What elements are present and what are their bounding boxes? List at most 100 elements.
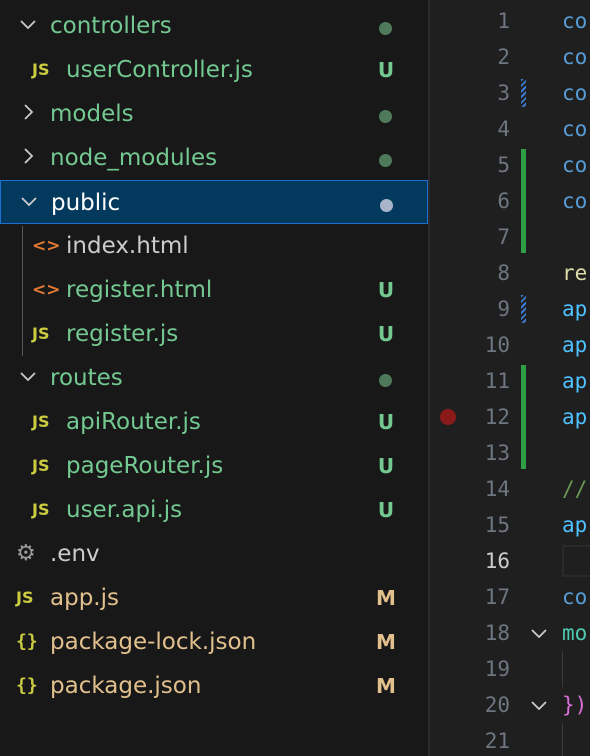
folder-label: node_modules — [50, 145, 218, 171]
json-file-icon: {} — [16, 631, 38, 652]
file-label: register.js — [66, 321, 179, 347]
json-file-icon: {} — [16, 675, 38, 696]
git-status-dot — [379, 22, 392, 35]
js-file-icon: JS — [32, 324, 50, 343]
indent-guide — [562, 651, 563, 687]
line-number: 16 — [484, 549, 510, 573]
js-file-icon: JS — [32, 412, 50, 431]
folder-label: models — [50, 101, 134, 127]
code-line[interactable]: re — [562, 255, 587, 291]
indent-guide — [562, 723, 563, 756]
file-label: .env — [50, 541, 100, 567]
line-number: 10 — [484, 333, 510, 357]
folder-node-modules[interactable]: node_modules — [0, 136, 428, 180]
line-number: 11 — [484, 369, 510, 393]
file-userController[interactable]: JS userController.js U — [0, 48, 428, 92]
line-number: 20 — [484, 693, 510, 717]
html-file-icon: <> — [32, 236, 61, 256]
line-number: 19 — [484, 657, 510, 681]
chevron-right-icon[interactable] — [18, 102, 36, 124]
line-number: 3 — [497, 81, 510, 105]
code-line[interactable]: ap — [562, 327, 587, 363]
code-line[interactable]: co — [562, 147, 587, 183]
line-number: 7 — [497, 225, 510, 249]
git-status-dot — [379, 374, 392, 387]
folder-controllers[interactable]: controllers — [0, 4, 428, 48]
tree-indent-guide — [22, 226, 23, 356]
js-file-icon: JS — [32, 500, 50, 519]
file-label: index.html — [66, 233, 189, 259]
git-status-badge: U — [377, 454, 395, 478]
file-label: app.js — [50, 585, 119, 611]
file-label: user.api.js — [66, 497, 183, 523]
file-package[interactable]: {} package.json M — [0, 664, 428, 708]
git-status-badge: M — [376, 674, 396, 698]
folder-label: public — [51, 190, 121, 216]
folder-public[interactable]: public — [0, 180, 428, 224]
code-editor[interactable]: 1 co 2 co 3 co 4 co 5 co 6 co 7 8 re 9 ap 10 ap 11 ap 12 ap 13 1… — [430, 0, 590, 756]
file-label: package-lock.json — [50, 629, 257, 655]
cursor-line-highlight — [562, 545, 590, 577]
git-status-badge: U — [377, 58, 395, 82]
file-package-lock[interactable]: {} package-lock.json M — [0, 620, 428, 664]
code-line[interactable]: co — [562, 183, 587, 219]
line-number: 1 — [497, 9, 510, 33]
file-label: userController.js — [66, 57, 253, 83]
line-number: 12 — [484, 405, 510, 429]
folder-models[interactable]: models — [0, 92, 428, 136]
file-apiRouter[interactable]: JS apiRouter.js U — [0, 400, 428, 444]
code-line[interactable]: // — [562, 471, 587, 507]
code-line[interactable]: ap — [562, 507, 587, 543]
git-added-indicator[interactable] — [521, 365, 526, 469]
file-index-html[interactable]: <> index.html — [0, 224, 428, 268]
git-status-dot — [379, 154, 392, 167]
line-number: 4 — [497, 117, 510, 141]
code-line[interactable]: ap — [562, 291, 587, 327]
file-register-js[interactable]: JS register.js U — [0, 312, 428, 356]
line-number: 17 — [484, 585, 510, 609]
git-status-badge: U — [377, 322, 395, 346]
code-line[interactable]: ap — [562, 399, 587, 435]
breakpoint-icon[interactable] — [440, 409, 456, 425]
file-explorer: controllers JS userController.js Umodels nod… — [0, 0, 428, 756]
line-number: 18 — [484, 621, 510, 645]
file-app-js[interactable]: JS app.js M — [0, 576, 428, 620]
folder-label: routes — [50, 365, 123, 391]
file-user-api[interactable]: JS user.api.js U — [0, 488, 428, 532]
fold-chevron-icon[interactable] — [528, 694, 550, 716]
file-label: pageRouter.js — [66, 453, 224, 479]
fold-chevron-icon[interactable] — [528, 622, 550, 644]
git-modified-indicator[interactable] — [521, 79, 526, 107]
folder-routes[interactable]: routes — [0, 356, 428, 400]
chevron-down-icon[interactable] — [19, 191, 37, 213]
code-line[interactable]: co — [562, 579, 587, 615]
git-modified-indicator[interactable] — [521, 295, 526, 323]
chevron-down-icon[interactable] — [18, 14, 36, 36]
git-status-badge: M — [376, 630, 396, 654]
chevron-right-icon[interactable] — [18, 146, 36, 168]
code-line[interactable]: co — [562, 39, 587, 75]
line-number: 2 — [497, 45, 510, 69]
git-status-badge: U — [377, 278, 395, 302]
line-number: 6 — [497, 189, 510, 213]
line-number: 9 — [497, 297, 510, 321]
line-number: 14 — [484, 477, 510, 501]
git-status-badge: U — [377, 498, 395, 522]
html-file-icon: <> — [32, 280, 61, 300]
code-line[interactable]: co — [562, 75, 587, 111]
git-added-indicator[interactable] — [521, 149, 526, 253]
code-line[interactable]: ap — [562, 363, 587, 399]
js-file-icon: JS — [32, 60, 50, 79]
file-env[interactable]: ⚙ .env — [0, 532, 428, 576]
code-line[interactable]: }) — [562, 687, 587, 723]
file-pageRouter[interactable]: JS pageRouter.js U — [0, 444, 428, 488]
file-register-html[interactable]: <> register.html U — [0, 268, 428, 312]
git-status-dot — [380, 199, 393, 212]
chevron-down-icon[interactable] — [18, 366, 36, 388]
code-line[interactable]: mo — [562, 615, 587, 651]
code-line[interactable]: co — [562, 3, 587, 39]
gear-icon: ⚙ — [16, 541, 36, 566]
file-label: register.html — [66, 277, 213, 303]
file-label: apiRouter.js — [66, 409, 201, 435]
code-line[interactable]: co — [562, 111, 587, 147]
